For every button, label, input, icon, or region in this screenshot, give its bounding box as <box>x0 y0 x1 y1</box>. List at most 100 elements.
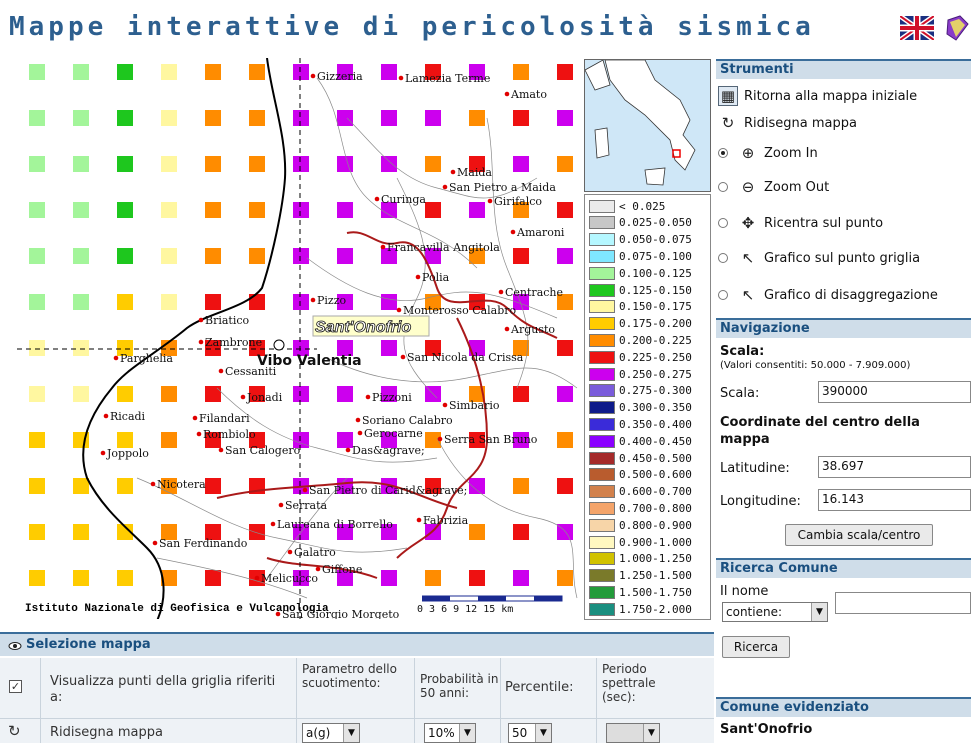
hazard-grid-point[interactable] <box>425 202 441 218</box>
hazard-grid-point[interactable] <box>117 570 133 586</box>
hazard-grid-point[interactable] <box>293 202 309 218</box>
hazard-grid-point[interactable] <box>293 386 309 402</box>
town-dot[interactable] <box>498 289 504 295</box>
hazard-grid-point[interactable] <box>337 156 353 172</box>
disagg-graph-tool[interactable]: ↖ Grafico di disaggregazione <box>718 284 938 306</box>
zoom-in-tool[interactable]: ⊕ Zoom In <box>718 142 818 164</box>
search-query-input[interactable] <box>835 592 971 614</box>
hazard-grid-point[interactable] <box>73 294 89 310</box>
hazard-grid-point[interactable] <box>29 202 45 218</box>
town-dot[interactable] <box>365 394 371 400</box>
hazard-grid-point[interactable] <box>337 110 353 126</box>
recenter-radio[interactable] <box>718 218 728 228</box>
hazard-grid-point[interactable] <box>29 64 45 80</box>
zoom-out-tool[interactable]: ⊖ Zoom Out <box>718 176 829 198</box>
town-dot[interactable] <box>442 184 448 190</box>
hazard-grid-point[interactable] <box>557 478 573 494</box>
hazard-grid-point[interactable] <box>205 110 221 126</box>
apply-scale-center-button[interactable]: Cambia scala/centro <box>785 524 933 546</box>
hazard-grid-point[interactable] <box>29 156 45 172</box>
eye-icon[interactable] <box>8 641 22 651</box>
hazard-grid-point[interactable] <box>381 64 397 80</box>
town-dot[interactable] <box>278 502 284 508</box>
town-dot[interactable] <box>400 354 406 360</box>
hazard-grid-point[interactable] <box>381 340 397 356</box>
longitude-input[interactable]: 16.143 <box>818 489 971 511</box>
hazard-grid-point[interactable] <box>161 202 177 218</box>
hazard-grid-point[interactable] <box>29 478 45 494</box>
town-dot[interactable] <box>196 431 202 437</box>
hazard-grid-point[interactable] <box>513 248 529 264</box>
hazard-grid-point[interactable] <box>117 156 133 172</box>
hazard-grid-point[interactable] <box>469 110 485 126</box>
town-dot[interactable] <box>355 417 361 423</box>
town-dot[interactable] <box>450 169 456 175</box>
hazard-grid-point[interactable] <box>557 248 573 264</box>
hazard-grid-point[interactable] <box>205 570 221 586</box>
hazard-grid-point[interactable] <box>205 478 221 494</box>
hazard-grid-point[interactable] <box>161 386 177 402</box>
hazard-grid-point[interactable] <box>249 156 265 172</box>
hazard-grid-point[interactable] <box>469 570 485 586</box>
hazard-grid-point[interactable] <box>249 294 265 310</box>
disagg-graph-radio[interactable] <box>718 290 728 300</box>
hazard-grid-point[interactable] <box>117 64 133 80</box>
town-dot[interactable] <box>310 297 316 303</box>
town-dot[interactable] <box>103 413 109 419</box>
hazard-grid-point[interactable] <box>205 386 221 402</box>
hazard-grid-point[interactable] <box>73 202 89 218</box>
recenter-tool[interactable]: ✥ Ricentra sul punto <box>718 212 883 234</box>
seismic-hazard-map[interactable]: Gizzeria Lamezia Terme Amato Maida San Pietr… <box>16 57 580 620</box>
hazard-grid-point[interactable] <box>249 110 265 126</box>
town-dot[interactable] <box>240 394 246 400</box>
percentile-select[interactable]: 50 ▼ <box>508 723 552 743</box>
hazard-grid-point[interactable] <box>205 64 221 80</box>
param-select[interactable]: a(g) ▼ <box>302 723 360 743</box>
town-dot[interactable] <box>504 326 510 332</box>
town-dot[interactable] <box>310 73 316 79</box>
hazard-grid-point[interactable] <box>513 386 529 402</box>
redraw-map-label[interactable]: Ridisegna mappa <box>50 726 163 740</box>
hazard-grid-point[interactable] <box>249 64 265 80</box>
town-dot[interactable] <box>270 521 276 527</box>
hazard-grid-point[interactable] <box>293 294 309 310</box>
hazard-grid-point[interactable] <box>73 248 89 264</box>
hazard-grid-point[interactable] <box>425 110 441 126</box>
hazard-grid-point[interactable] <box>73 156 89 172</box>
hazard-grid-point[interactable] <box>557 156 573 172</box>
hazard-grid-point[interactable] <box>425 156 441 172</box>
help-book-icon[interactable] <box>944 14 971 42</box>
hazard-grid-point[interactable] <box>469 524 485 540</box>
hazard-grid-point[interactable] <box>205 156 221 172</box>
reset-map-button[interactable]: ▦ Ritorna alla mappa iniziale <box>718 85 917 107</box>
hazard-grid-point[interactable] <box>249 202 265 218</box>
hazard-grid-point[interactable] <box>161 248 177 264</box>
hazard-grid-point[interactable] <box>249 524 265 540</box>
town-dot[interactable] <box>315 566 321 572</box>
zoom-in-radio[interactable] <box>718 148 728 158</box>
hazard-grid-point[interactable] <box>117 432 133 448</box>
hazard-grid-point[interactable] <box>557 570 573 586</box>
hazard-grid-point[interactable] <box>513 64 529 80</box>
hazard-grid-point[interactable] <box>205 202 221 218</box>
hazard-grid-point[interactable] <box>29 248 45 264</box>
hazard-grid-point[interactable] <box>73 340 89 356</box>
hazard-grid-point[interactable] <box>161 432 177 448</box>
town-dot[interactable] <box>487 198 493 204</box>
period-select[interactable]: ▼ <box>606 723 660 743</box>
hazard-grid-point[interactable] <box>73 570 89 586</box>
town-dot[interactable] <box>398 75 404 81</box>
hazard-grid-point[interactable] <box>469 478 485 494</box>
overview-map[interactable] <box>584 59 711 192</box>
town-dot[interactable] <box>357 430 363 436</box>
grid-graph-tool[interactable]: ↖ Grafico sul punto griglia <box>718 247 920 269</box>
hazard-grid-point[interactable] <box>557 64 573 80</box>
hazard-grid-point[interactable] <box>29 294 45 310</box>
hazard-grid-point[interactable] <box>337 202 353 218</box>
hazard-grid-point[interactable] <box>381 294 397 310</box>
hazard-grid-point[interactable] <box>205 248 221 264</box>
hazard-grid-point[interactable] <box>513 524 529 540</box>
town-dot[interactable] <box>396 307 402 313</box>
hazard-grid-point[interactable] <box>73 110 89 126</box>
town-dot[interactable] <box>415 274 421 280</box>
